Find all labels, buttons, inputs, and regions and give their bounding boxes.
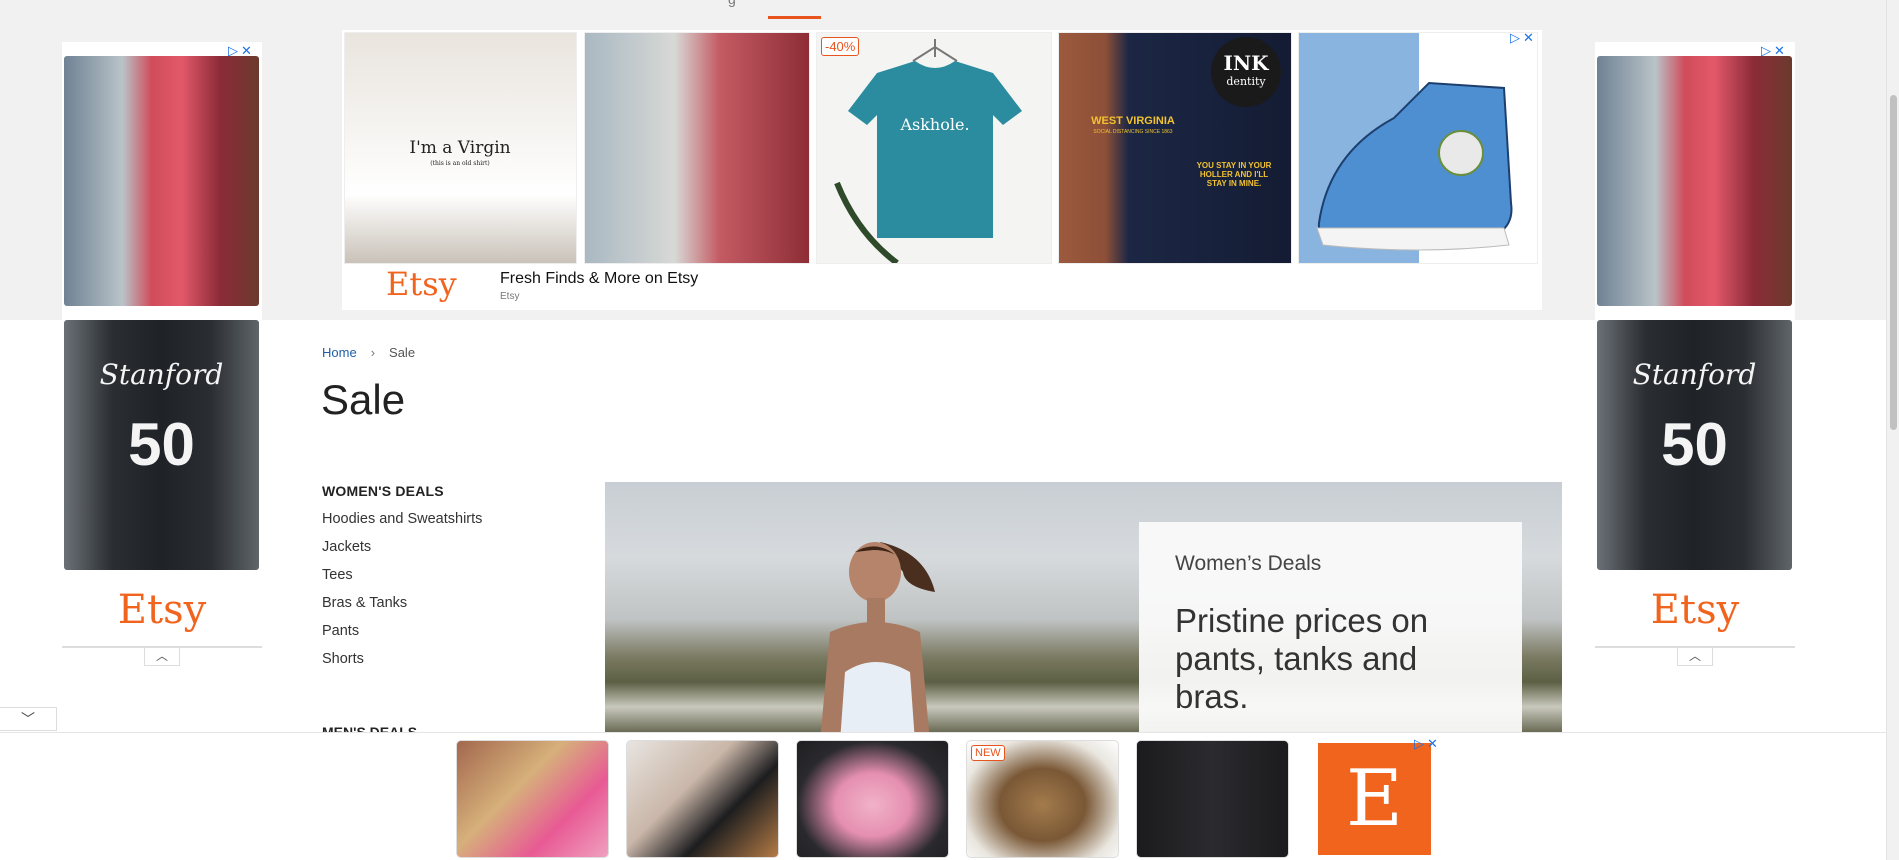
breadcrumb: Home › Sale <box>322 345 415 360</box>
logo-text: INK <box>1223 51 1269 75</box>
right-side-ad[interactable]: ▷ ✕ Stanford 50 Etsy ︿ <box>1595 42 1795 666</box>
menu-item-tees[interactable]: Tees <box>322 567 482 583</box>
ad-choices-icon[interactable]: ▷ ✕ <box>1414 737 1438 751</box>
nav-active-indicator <box>768 16 821 19</box>
menu-item-jackets[interactable]: Jackets <box>322 539 482 555</box>
ad-tile-guatemala-sneaker[interactable] <box>1298 32 1538 264</box>
ad-tile-subtext: SOCIAL DISTANCING SINCE 1863 <box>1093 129 1173 135</box>
ad-tile-west-virginia-shirt[interactable]: WEST VIRGINIA SOCIAL DISTANCING SINCE 18… <box>1058 32 1292 264</box>
side-ad-image-jacket[interactable]: Stanford 50 <box>64 320 259 570</box>
ad-headline[interactable]: Fresh Finds & More on Etsy <box>500 270 698 288</box>
bottom-ad-tile[interactable] <box>626 740 779 858</box>
deals-menu: WOMEN'S DEALS Hoodies and Sweatshirts Ja… <box>322 483 482 667</box>
ad-tile-subtext: YOU STAY IN YOUR HOLLER AND I'LL STAY IN… <box>1196 161 1272 188</box>
ad-tile-askhole-shirt[interactable]: -40% Askhole. <box>816 32 1052 264</box>
bottom-ad-tile[interactable]: NEW <box>966 740 1119 858</box>
side-ad-image-jacket[interactable]: Stanford 50 <box>1597 320 1792 570</box>
etsy-logo[interactable]: E <box>1318 743 1431 855</box>
hero-card: Women’s Deals Pristine prices on pants, … <box>1139 522 1522 732</box>
bottom-ad-tile[interactable] <box>456 740 609 858</box>
teal-shirt-graphic <box>834 39 1022 263</box>
page: g I'm a Virgin (this is an old shirt) -4… <box>0 0 1899 860</box>
jacket-number-text: 50 <box>128 411 195 478</box>
sneaker-graphic <box>1299 33 1537 263</box>
close-icon: ✕ <box>1427 736 1438 751</box>
page-title: Sale <box>321 376 406 423</box>
etsy-logo[interactable]: Etsy <box>1595 587 1795 633</box>
chevron-down-icon[interactable]: ﹀ <box>0 707 57 731</box>
page-scrollbar[interactable] <box>1886 0 1899 860</box>
left-side-ad[interactable]: ▷ ✕ Stanford 50 Etsy ︿ <box>62 42 262 666</box>
menu-item-pants[interactable]: Pants <box>322 623 482 639</box>
scrollbar-thumb[interactable] <box>1890 95 1897 430</box>
etsy-logo[interactable]: Etsy <box>386 265 457 303</box>
bottom-ad-bar[interactable]: NEW E ▷ ✕ <box>0 732 1886 860</box>
ad-tile-subtext: (this is an old shirt) <box>430 160 490 167</box>
breadcrumb-current: Sale <box>389 345 416 360</box>
bottom-ad-tile[interactable] <box>1136 740 1289 858</box>
logo-subtext: dentity <box>1226 75 1266 88</box>
menu-item-shorts[interactable]: Shorts <box>322 651 482 667</box>
jacket-name-text: Stanford <box>99 358 224 391</box>
hero-eyebrow: Women’s Deals <box>1175 552 1322 575</box>
new-badge: NEW <box>971 745 1005 761</box>
breadcrumb-home-link[interactable]: Home <box>322 345 357 360</box>
chevron-up-icon[interactable]: ︿ <box>144 648 180 666</box>
ad-tile-text: I'm a Virgin <box>409 138 511 158</box>
chevron-right-icon: › <box>370 345 376 360</box>
inkdentity-logo: INK dentity <box>1211 37 1281 107</box>
womens-deals-hero[interactable]: Women’s Deals Pristine prices on pants, … <box>605 482 1562 732</box>
side-ad-image-dress[interactable] <box>1597 56 1792 306</box>
discount-badge: -40% <box>821 37 860 56</box>
nav-item-fragment[interactable]: g <box>728 0 736 7</box>
side-ad-image-dress[interactable] <box>64 56 259 306</box>
jacket-number-text: 50 <box>1661 411 1728 478</box>
ad-tile-virgin-shirt[interactable]: I'm a Virgin (this is an old shirt) <box>344 32 577 264</box>
hero-headline: Pristine prices on pants, tanks and bras… <box>1175 602 1429 715</box>
menu-heading-womens-deals[interactable]: WOMEN'S DEALS <box>322 483 482 499</box>
bottom-ad-tile[interactable] <box>796 740 949 858</box>
close-icon: ✕ <box>1523 30 1534 45</box>
ad-choices-icon[interactable]: ▷ ✕ <box>1510 31 1534 45</box>
etsy-logo[interactable]: Etsy <box>62 587 262 633</box>
hero-runner-image <box>820 542 935 732</box>
chevron-up-icon[interactable]: ︿ <box>1677 648 1713 666</box>
jacket-name-text: Stanford <box>1632 358 1757 391</box>
ad-tile-text: Askhole. <box>900 115 970 134</box>
ad-tile-text: WEST VIRGINIA <box>1091 115 1175 127</box>
menu-item-bras-tanks[interactable]: Bras & Tanks <box>322 595 482 611</box>
menu-item-hoodies[interactable]: Hoodies and Sweatshirts <box>322 511 482 527</box>
ad-advertiser: Etsy <box>500 291 520 302</box>
top-banner-ad[interactable]: I'm a Virgin (this is an old shirt) -40%… <box>342 30 1542 310</box>
ad-tile-red-dress[interactable] <box>584 32 810 264</box>
